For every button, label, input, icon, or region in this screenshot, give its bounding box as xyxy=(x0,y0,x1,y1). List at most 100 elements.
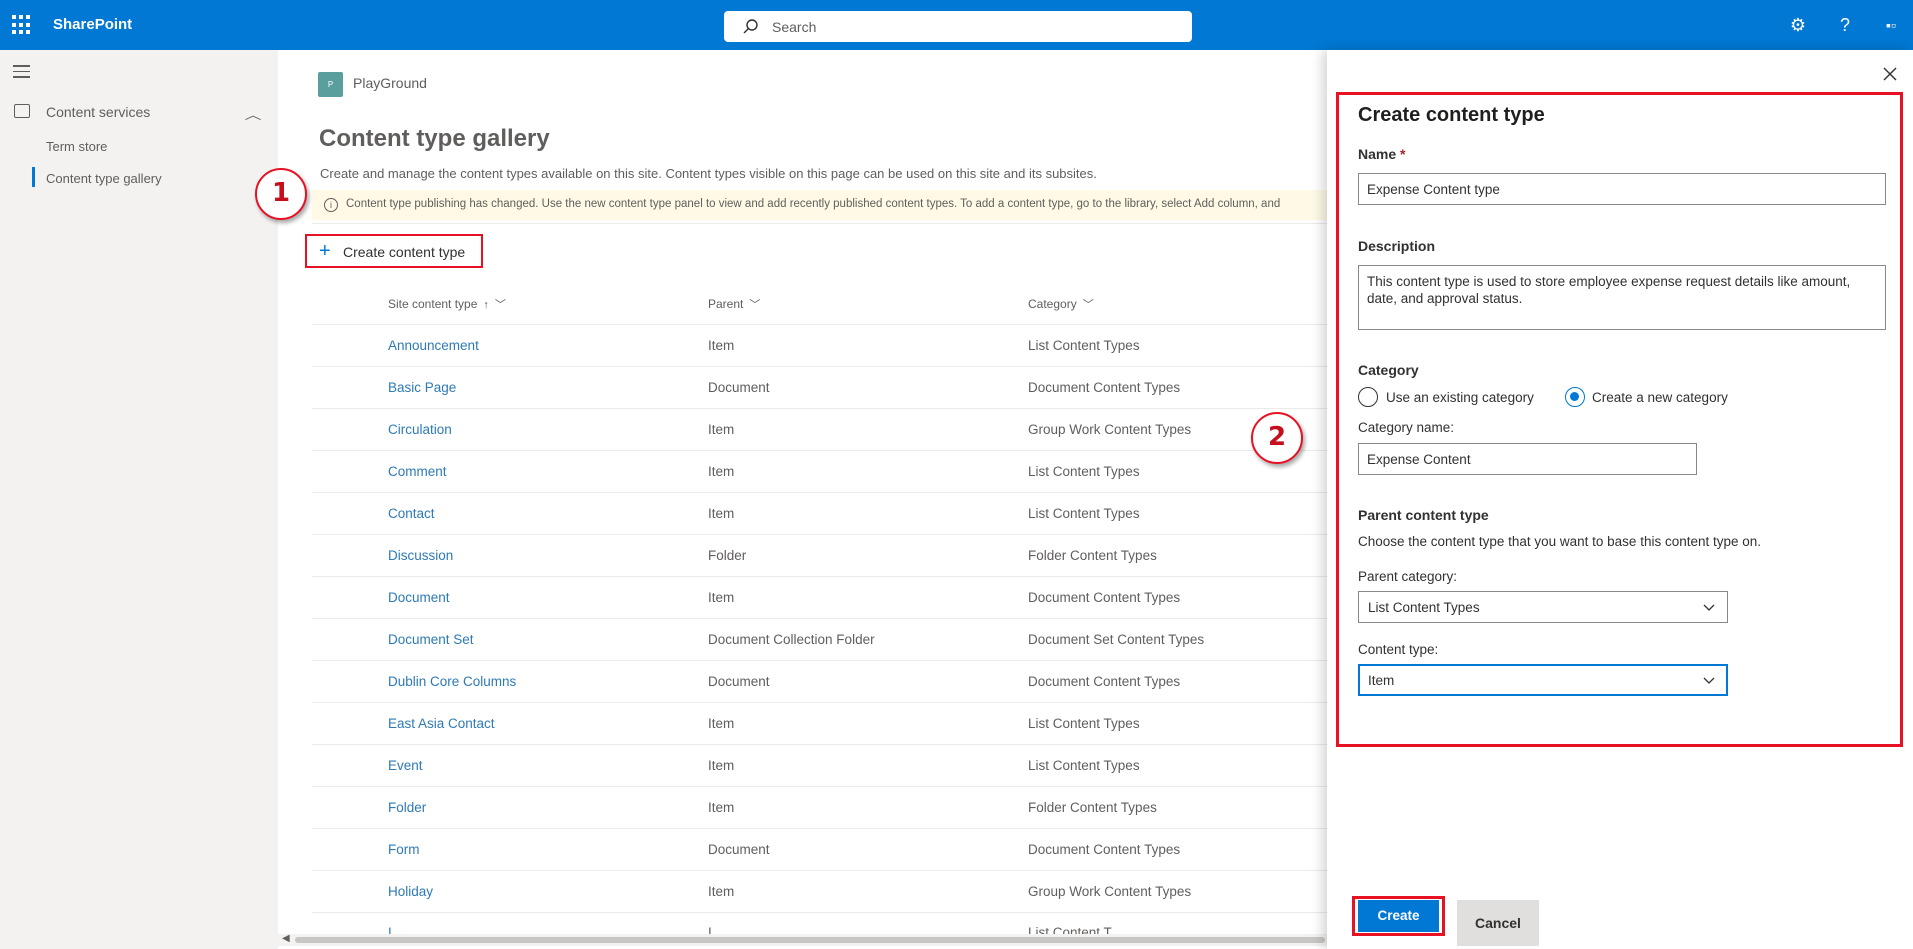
app-launcher-icon[interactable] xyxy=(12,15,32,35)
nav-section-content-services[interactable]: Content services ︿ xyxy=(14,102,264,124)
content-type-link[interactable]: Folder xyxy=(388,800,426,815)
radio-new-category-label[interactable]: Create a new category xyxy=(1592,390,1728,405)
table-row[interactable]: I... I... List Content T... xyxy=(312,912,1327,934)
table-row[interactable]: Form Document Document Content Types xyxy=(312,828,1327,870)
description-field[interactable]: This content type is used to store emplo… xyxy=(1358,265,1886,330)
category-cell: List Content Types xyxy=(1028,716,1140,731)
radio-existing-category-label[interactable]: Use an existing category xyxy=(1386,390,1534,405)
annotation-step-1: 1 xyxy=(255,168,307,220)
search-input[interactable]: Search xyxy=(724,11,1192,42)
content-type-label: Content type: xyxy=(1358,642,1439,657)
content-type-link[interactable]: Holiday xyxy=(388,884,433,899)
column-header-parent[interactable]: Parent ﹀ xyxy=(708,296,760,312)
sort-ascending-icon: ↑ xyxy=(483,299,489,311)
create-button[interactable]: Create xyxy=(1358,900,1439,932)
parent-cell: Document xyxy=(708,674,770,689)
divider xyxy=(312,223,1327,224)
table-row[interactable]: Folder Item Folder Content Types xyxy=(312,786,1327,828)
annotation-step-2: 2 xyxy=(1251,412,1303,464)
content-type-link[interactable]: Document Set xyxy=(388,632,474,647)
scroll-left-icon[interactable]: ◀ xyxy=(282,933,290,944)
cancel-button[interactable]: Cancel xyxy=(1457,900,1539,946)
help-icon[interactable]: ? xyxy=(1834,14,1856,36)
search-icon xyxy=(743,19,758,34)
parent-cell: Item xyxy=(708,800,735,815)
category-cell: List Content Types xyxy=(1028,758,1140,773)
content-type-link[interactable]: Dublin Core Columns xyxy=(388,674,516,689)
app-brand[interactable]: SharePoint xyxy=(53,16,132,33)
table-row[interactable]: Holiday Item Group Work Content Types xyxy=(312,870,1327,912)
site-name[interactable]: PlayGround xyxy=(353,75,427,91)
nav-item-term-store[interactable]: Term store xyxy=(46,139,107,154)
info-banner: i Content type publishing has changed. U… xyxy=(312,190,1327,220)
chevron-down-icon xyxy=(1703,677,1715,684)
table-row[interactable]: Discussion Folder Folder Content Types xyxy=(312,534,1327,576)
parent-category-dropdown[interactable]: List Content Types xyxy=(1358,591,1728,623)
table-row[interactable]: Document Set Document Collection Folder Do… xyxy=(312,618,1327,660)
settings-gear-icon[interactable]: ⚙ xyxy=(1787,14,1809,36)
content-type-link[interactable]: Form xyxy=(388,842,420,857)
scrollbar-thumb[interactable] xyxy=(295,937,1325,943)
content-type-link[interactable]: Document xyxy=(388,590,450,605)
name-label: Name * xyxy=(1358,146,1406,162)
parent-cell: Document xyxy=(708,842,770,857)
category-cell: Folder Content Types xyxy=(1028,548,1157,563)
parent-cell: Document xyxy=(708,380,770,395)
page-title: Content type gallery xyxy=(319,125,550,152)
content-type-link[interactable]: Circulation xyxy=(388,422,452,437)
create-content-type-button[interactable]: + Create content type xyxy=(305,234,483,268)
category-label: Category xyxy=(1358,362,1419,378)
content-type-link[interactable]: Discussion xyxy=(388,548,453,563)
table-row[interactable]: Document Item Document Content Types xyxy=(312,576,1327,618)
table-row[interactable]: Comment Item List Content Types xyxy=(312,450,1327,492)
table-row[interactable]: Circulation Item Group Work Content Types xyxy=(312,408,1327,450)
content-type-value: Item xyxy=(1368,673,1395,688)
category-name-field[interactable] xyxy=(1358,443,1697,475)
content-type-link[interactable]: Event xyxy=(388,758,423,773)
category-cell: Document Set Content Types xyxy=(1028,632,1205,647)
nav-section-label: Content services xyxy=(46,104,151,120)
nav-item-content-type-gallery[interactable]: Content type gallery xyxy=(46,171,162,186)
content-type-link[interactable]: Announcement xyxy=(388,338,479,353)
chevron-up-icon[interactable]: ︿ xyxy=(245,106,262,123)
radio-existing-category[interactable] xyxy=(1358,387,1378,407)
content-type-dropdown[interactable]: Item xyxy=(1358,664,1728,696)
content-type-link[interactable]: Comment xyxy=(388,464,447,479)
account-icon[interactable]: ▪▫ xyxy=(1880,14,1902,36)
column-header-category[interactable]: Category ﹀ xyxy=(1028,296,1094,312)
required-marker: * xyxy=(1400,146,1406,162)
parent-cell: Document Collection Folder xyxy=(708,632,875,647)
hamburger-menu-icon[interactable] xyxy=(13,65,30,78)
horizontal-scrollbar[interactable]: ◀ xyxy=(278,933,1327,946)
column-header-site-content-type[interactable]: Site content type ↑ ﹀ xyxy=(388,296,506,312)
table-row[interactable]: Contact Item List Content Types xyxy=(312,492,1327,534)
table-row[interactable]: Basic Page Document Document Content Types xyxy=(312,366,1327,408)
table-row[interactable]: East Asia Contact Item List Content Types xyxy=(312,702,1327,744)
radio-new-category[interactable] xyxy=(1565,387,1585,407)
category-cell: List Content Types xyxy=(1028,506,1140,521)
name-field[interactable] xyxy=(1358,173,1886,205)
site-logo[interactable]: P xyxy=(318,72,343,97)
close-icon[interactable] xyxy=(1882,66,1898,82)
column-header-label: Parent xyxy=(708,297,744,311)
category-cell: List Content Types xyxy=(1028,338,1140,353)
content-type-link[interactable]: I... xyxy=(388,925,403,934)
table-row[interactable]: Dublin Core Columns Document Document Cont… xyxy=(312,660,1327,702)
content-type-link[interactable]: Contact xyxy=(388,506,435,521)
parent-content-type-description: Choose the content type that you want to… xyxy=(1358,534,1762,549)
category-cell: Folder Content Types xyxy=(1028,800,1157,815)
parent-cell: Item xyxy=(708,422,735,437)
table-row[interactable]: Announcement Item List Content Types xyxy=(312,324,1327,366)
chevron-down-icon: ﹀ xyxy=(1082,299,1094,311)
parent-cell: Item xyxy=(708,590,735,605)
table-row[interactable]: Event Item List Content Types xyxy=(312,744,1327,786)
content-type-link[interactable]: East Asia Contact xyxy=(388,716,495,731)
parent-cell: Item xyxy=(708,338,735,353)
page-description: Create and manage the content types avai… xyxy=(320,166,1097,181)
category-cell: Document Content Types xyxy=(1028,590,1181,605)
parent-cell: Item xyxy=(708,716,735,731)
parent-cell: Item xyxy=(708,884,735,899)
content-type-link[interactable]: Basic Page xyxy=(388,380,456,395)
category-cell: Group Work Content Types xyxy=(1028,884,1192,899)
category-cell: Document Content Types xyxy=(1028,674,1181,689)
